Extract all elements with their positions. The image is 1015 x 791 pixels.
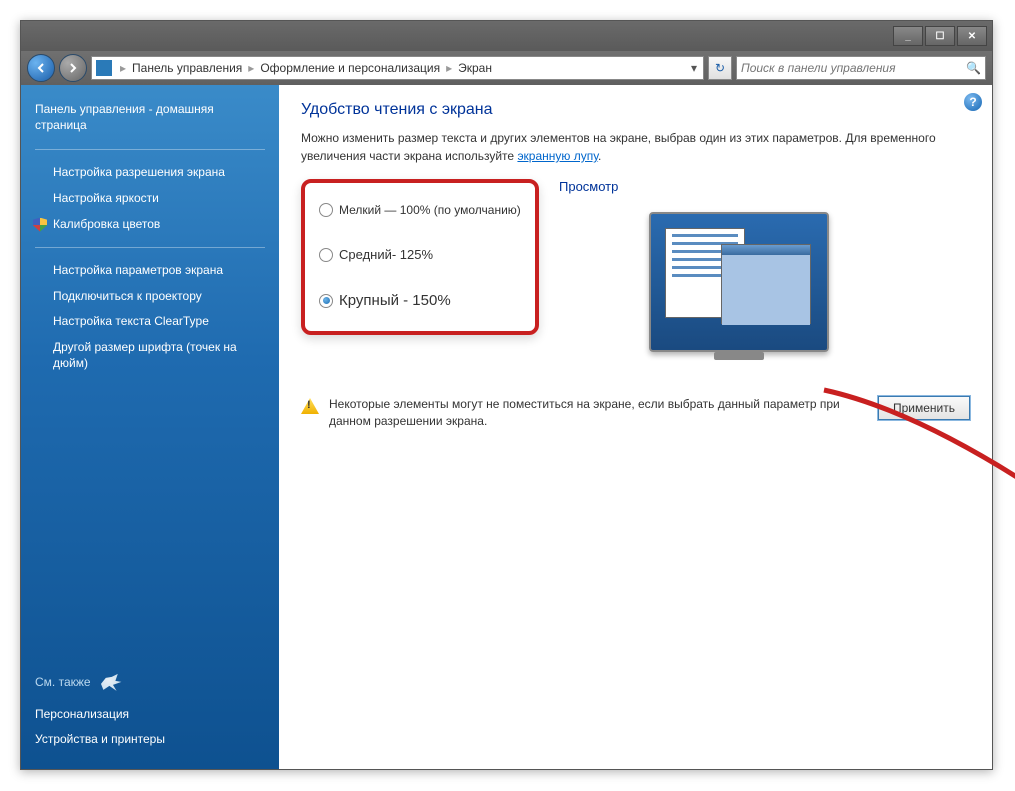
warning-row: Некоторые элементы могут не поместиться … bbox=[301, 396, 970, 430]
window-body: Панель управления - домашняя страница На… bbox=[21, 85, 992, 769]
see-also-label: См. также bbox=[35, 675, 91, 689]
refresh-button[interactable]: ↻ bbox=[708, 56, 732, 80]
titlebar: _ ☐ ✕ bbox=[21, 21, 992, 51]
task-brightness[interactable]: Настройка яркости bbox=[35, 186, 265, 212]
navigation-bar: ▸ Панель управления ▸ Оформление и персо… bbox=[21, 51, 992, 85]
chevron-right-icon: ▸ bbox=[444, 61, 454, 75]
task-projector[interactable]: Подключиться к проектору bbox=[35, 284, 265, 310]
close-button[interactable]: ✕ bbox=[957, 26, 987, 46]
control-panel-icon bbox=[96, 60, 112, 76]
task-custom-dpi[interactable]: Другой размер шрифта (точек на дюйм) bbox=[35, 335, 265, 376]
help-icon[interactable]: ? bbox=[964, 93, 982, 111]
radio-small[interactable]: Мелкий — 100% (по умолчанию) bbox=[319, 203, 521, 217]
link-personalization[interactable]: Персонализация bbox=[35, 702, 265, 728]
task-display-settings[interactable]: Настройка параметров экрана bbox=[35, 258, 265, 284]
radio-large[interactable]: Крупный - 150% bbox=[319, 292, 521, 309]
preview-window-icon bbox=[721, 244, 811, 324]
preview-column: Просмотр bbox=[559, 179, 970, 352]
radio-icon bbox=[319, 203, 333, 217]
dpi-options-box: Мелкий — 100% (по умолчанию) Средний- 12… bbox=[301, 179, 539, 335]
task-resolution[interactable]: Настройка разрешения экрана bbox=[35, 160, 265, 186]
forward-button[interactable] bbox=[59, 54, 87, 82]
preview-monitor-icon bbox=[649, 212, 829, 352]
back-button[interactable] bbox=[27, 54, 55, 82]
main-content: ? Удобство чтения с экрана Можно изменит… bbox=[279, 85, 992, 769]
task-cleartype[interactable]: Настройка текста ClearType bbox=[35, 309, 265, 335]
radio-label: Крупный - 150% bbox=[339, 292, 451, 309]
warning-icon bbox=[301, 398, 319, 414]
search-box[interactable]: 🔍 bbox=[736, 56, 986, 80]
chevron-right-icon: ▸ bbox=[118, 61, 128, 75]
task-calibrate-colors[interactable]: Калибровка цветов bbox=[35, 212, 265, 238]
control-panel-home-link[interactable]: Панель управления - домашняя страница bbox=[35, 101, 265, 133]
sidebar: Панель управления - домашняя страница На… bbox=[21, 85, 279, 769]
magnifier-link[interactable]: экранную лупу bbox=[517, 149, 598, 163]
minimize-button[interactable]: _ bbox=[893, 26, 923, 46]
radio-icon bbox=[319, 294, 333, 308]
chevron-down-icon[interactable]: ▾ bbox=[685, 61, 703, 75]
page-description: Можно изменить размер текста и других эл… bbox=[301, 129, 970, 165]
maximize-button[interactable]: ☐ bbox=[925, 26, 955, 46]
radio-label: Средний- 125% bbox=[339, 247, 433, 262]
preview-label: Просмотр bbox=[559, 179, 970, 194]
sidebar-bottom: См. также Персонализация Устройства и пр… bbox=[35, 672, 265, 753]
control-panel-window: _ ☐ ✕ ▸ Панель управления ▸ Оформление и… bbox=[20, 20, 993, 770]
radio-icon bbox=[319, 248, 333, 262]
divider bbox=[35, 149, 265, 150]
chevron-right-icon: ▸ bbox=[246, 61, 256, 75]
bird-icon bbox=[99, 672, 123, 692]
search-icon: 🔍 bbox=[966, 61, 981, 75]
divider bbox=[35, 247, 265, 248]
page-title: Удобство чтения с экрана bbox=[301, 101, 970, 119]
address-bar[interactable]: ▸ Панель управления ▸ Оформление и персо… bbox=[91, 56, 704, 80]
breadcrumb[interactable]: Экран bbox=[454, 61, 496, 75]
breadcrumb[interactable]: Панель управления bbox=[128, 61, 246, 75]
radio-label: Мелкий — 100% (по умолчанию) bbox=[339, 203, 521, 217]
search-input[interactable] bbox=[741, 61, 966, 75]
breadcrumb[interactable]: Оформление и персонализация bbox=[256, 61, 444, 75]
warning-text: Некоторые элементы могут не поместиться … bbox=[329, 396, 868, 430]
link-devices-printers[interactable]: Устройства и принтеры bbox=[35, 727, 265, 753]
apply-button[interactable]: Применить bbox=[878, 396, 970, 420]
radio-medium[interactable]: Средний- 125% bbox=[319, 247, 521, 262]
